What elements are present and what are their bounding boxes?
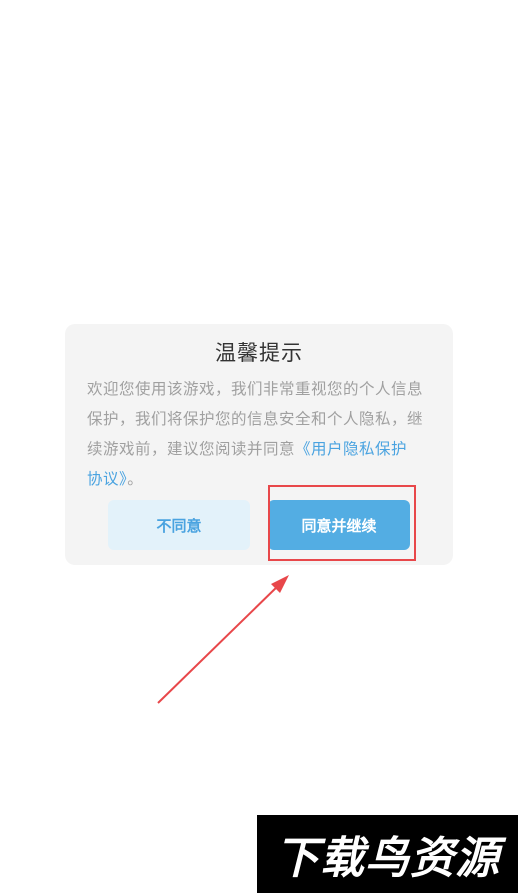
dialog-body: 欢迎您使用该游戏，我们非常重视您的个人信息保护，我们将保护您的信息安全和个人隐私…: [87, 374, 423, 494]
agree-continue-button[interactable]: 同意并继续: [268, 500, 410, 550]
watermark-logo: 下载鸟资源: [257, 815, 518, 893]
watermark-text: 下载鸟资源: [275, 833, 500, 884]
disagree-button[interactable]: 不同意: [108, 500, 250, 550]
dialog-title: 温馨提示: [215, 341, 303, 365]
dialog-body-end: 。: [127, 470, 144, 488]
privacy-dialog: 温馨提示 欢迎您使用该游戏，我们非常重视您的个人信息保护，我们将保护您的信息安全…: [65, 324, 453, 565]
